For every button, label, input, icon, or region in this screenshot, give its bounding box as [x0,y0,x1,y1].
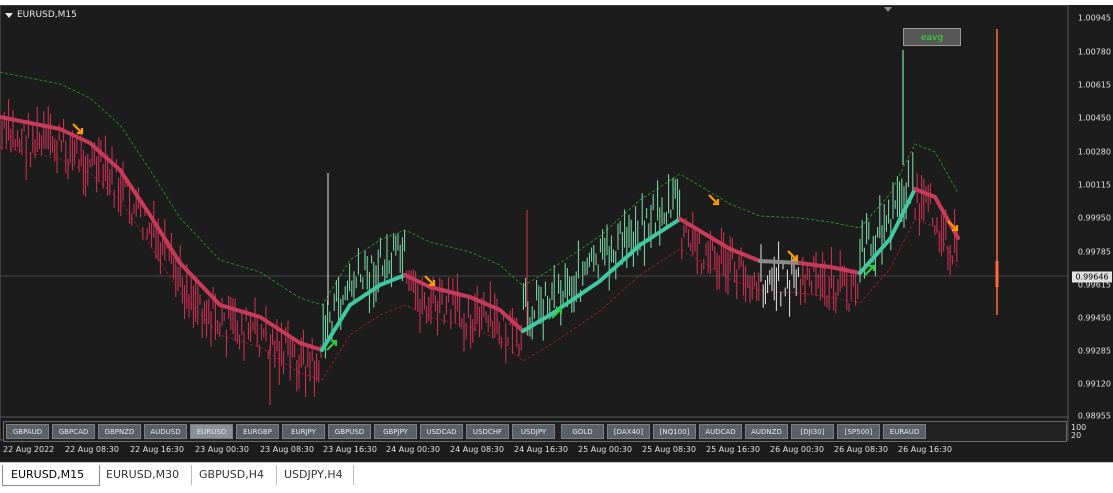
symbol-button-dax40[interactable]: [DAX40] [607,424,650,439]
symbol-button-eurusd[interactable]: EURUSD [190,424,233,439]
time-axis-label: 25 Aug 08:30 [642,445,696,454]
current-price-box: 0.99646 [1072,271,1112,283]
time-axis-label: 22 Aug 16:30 [130,445,184,454]
symbol-button-usdcad[interactable]: USDCAD [420,424,463,439]
price-axis-label: 1.00780 [1077,47,1111,57]
shift-marker-icon [884,7,892,12]
time-axis-label: 22 Aug 2022 [3,445,55,454]
symbol-button-audcad[interactable]: AUDCAD [699,424,742,439]
moving-average-segment [758,259,802,265]
sell-signal-arrow-icon [72,123,84,135]
time-axis-label: 26 Aug 08:30 [834,445,888,454]
moving-average-segment [888,187,917,241]
symbol-button-nq100[interactable]: [NQ100] [653,424,696,439]
chart-tab-usdjpy-h4[interactable]: USDJPY,H4 [276,465,354,485]
time-axis-label: 23 Aug 08:30 [260,445,314,454]
moving-average-segment [428,285,472,299]
sell-signal-arrow-icon [787,250,799,262]
symbol-button-usdjpy[interactable]: USDJPY [512,424,555,439]
price-axis: 1.00945 1.00780 1.00615 1.00450 1.00280 1.001… [1068,5,1113,430]
moving-average-segment [798,261,832,269]
chart-tab-eurusd-m15[interactable]: EURUSD,M15 [2,465,100,486]
chart-tab-bar: EURUSD,M15 EURUSD,M30 GBPUSD,H4 USDJPY,H4 [0,462,1113,493]
price-axis-label: 1.00115 [1077,180,1111,190]
symbol-button-gbpusd[interactable]: GBPUSD [328,424,371,439]
symbol-button-dji30[interactable]: [DJI30] [791,424,834,439]
price-axis-label: 0.98955 [1077,411,1111,421]
symbol-button-audusd[interactable]: AUDUSD [144,424,187,439]
chart-window[interactable]: EURUSD,M15 1.00945 1.00780 1.00615 1.00450 1… [0,5,1113,462]
time-axis-label: 24 Aug 08:30 [450,445,504,454]
price-axis-label: 1.00615 [1077,80,1111,90]
moving-average-segment [378,273,407,287]
indicator-axis-label-20: 20 [1071,431,1082,440]
symbol-label: EURUSD,M15 [17,10,77,20]
time-axis-label: 25 Aug 16:30 [706,445,760,454]
time-axis-label: 24 Aug 16:30 [514,445,568,454]
symbol-button-gbpcad[interactable]: GBPCAD [52,424,95,439]
price-axis-label: 1.00280 [1077,147,1111,157]
price-axis-label: 0.99450 [1077,313,1111,323]
moving-average-segment [913,187,937,199]
dropdown-triangle-icon[interactable] [5,12,13,18]
time-axis-label: 23 Aug 16:30 [323,445,377,454]
chart-symbol-title: EURUSD,M15 [5,10,77,20]
symbol-button-gbpaud[interactable]: GBPAUD [6,424,49,439]
symbol-button-gbpjpy[interactable]: GBPJPY [374,424,417,439]
symbol-button-euraud[interactable]: EURAUD [883,424,926,439]
price-axis-label: 0.99785 [1077,247,1111,257]
moving-average-segment [218,303,262,319]
price-chart[interactable] [0,5,1113,462]
symbol-button-bar: GBPAUD GBPCAD GBPNZD AUDUSD EURUSD EURGBP EURJ… [3,421,1067,442]
symbol-button-audnzd[interactable]: AUDNZD [745,424,788,439]
moving-average-segment [598,243,642,283]
symbol-button-gold[interactable]: GOLD [561,424,604,439]
time-axis-label: 23 Aug 00:30 [195,445,249,454]
eavg-label-box[interactable]: eavg [903,28,961,46]
symbol-button-gbpnzd[interactable]: GBPNZD [98,424,141,439]
symbol-button-eurjpy[interactable]: EURJPY [282,424,325,439]
time-axis-label: 24 Aug 00:30 [386,445,440,454]
price-axis-label: 0.99285 [1077,346,1111,356]
moving-average-segment [728,247,762,263]
time-axis-label: 26 Aug 16:30 [898,445,952,454]
symbol-button-eurgbp[interactable]: EURGBP [236,424,279,439]
chart-tab-gbpusd-h4[interactable]: GBPUSD,H4 [191,465,277,485]
price-axis-label: 0.99120 [1077,379,1111,389]
price-axis-label: 1.00945 [1077,13,1111,23]
symbol-button-usdchf[interactable]: USDCHF [466,424,509,439]
time-axis-label: 22 Aug 08:30 [65,445,119,454]
plot-frame [0,5,1069,418]
moving-average-segment [698,229,732,251]
time-axis-label: 26 Aug 00:30 [770,445,824,454]
chart-tab-eurusd-m30[interactable]: EURUSD,M30 [98,465,192,485]
moving-average-segment [678,217,702,233]
price-axis-label: 1.00450 [1077,113,1111,123]
time-axis-label: 25 Aug 00:30 [578,445,632,454]
moving-average-segment [118,168,152,217]
symbol-button-sp500[interactable]: [SP500] [837,424,880,439]
price-axis-label: 0.99950 [1077,213,1111,223]
